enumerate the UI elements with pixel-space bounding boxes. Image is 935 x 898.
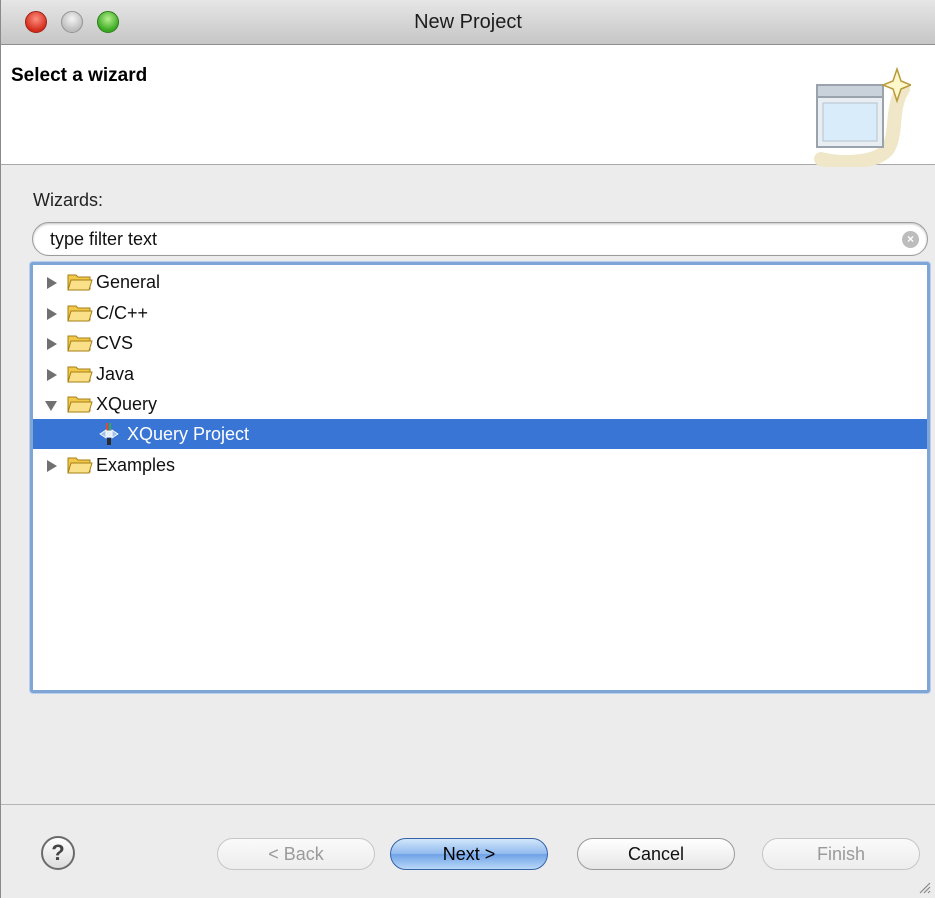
- footer-divider: [1, 804, 935, 805]
- help-button[interactable]: ?: [41, 836, 75, 870]
- expand-arrow-icon[interactable]: [47, 277, 57, 289]
- back-button[interactable]: < Back: [217, 838, 375, 870]
- tree-item-label: XQuery Project: [127, 424, 250, 444]
- page-title: Select a wizard: [11, 65, 148, 86]
- tree-item-label: CVS: [96, 333, 134, 353]
- window-title: New Project: [414, 11, 522, 33]
- expand-arrow-icon[interactable]: [47, 338, 57, 350]
- tree-item-label: Examples: [96, 455, 176, 475]
- finish-button[interactable]: Finish: [762, 838, 920, 870]
- expand-arrow-icon[interactable]: [47, 308, 57, 320]
- tree-item-java[interactable]: Java: [33, 359, 927, 389]
- tree-item-label: General: [96, 272, 161, 292]
- folder-icon: [67, 366, 93, 383]
- expand-arrow-icon[interactable]: [47, 460, 57, 472]
- clear-filter-icon[interactable]: ×: [902, 231, 919, 248]
- wizards-label: Wizards:: [33, 190, 104, 210]
- tree-item-xquery[interactable]: XQuery: [33, 389, 927, 419]
- tree-item-xquery-project[interactable]: XQuery Project: [33, 419, 927, 449]
- next-button[interactable]: Next >: [390, 838, 548, 870]
- folder-icon: [67, 274, 93, 291]
- filter-input-text[interactable]: type filter text: [50, 229, 157, 250]
- wizard-header-banner: Select a wizard: [1, 45, 935, 167]
- tree-item-general[interactable]: General: [33, 267, 927, 297]
- tree-item-cvs[interactable]: CVS: [33, 328, 927, 358]
- open-folder-icon: [67, 396, 93, 413]
- collapse-arrow-icon[interactable]: [45, 401, 57, 411]
- folder-icon: [67, 305, 93, 322]
- folder-icon: [67, 457, 93, 474]
- tree-item-label: XQuery: [96, 394, 158, 414]
- cancel-button[interactable]: Cancel: [577, 838, 735, 870]
- xquery-project-icon: [99, 423, 119, 445]
- folder-icon: [67, 335, 93, 352]
- resize-grip-icon[interactable]: [915, 878, 931, 894]
- tree-item-label: Java: [96, 364, 135, 384]
- filter-input[interactable]: type filter text ×: [32, 222, 928, 256]
- wizard-tree[interactable]: General C/C++ CVS Java XQuery XQuery Pro…: [30, 262, 930, 693]
- new-project-dialog: New Project Select a wizard Wizards: typ…: [0, 0, 935, 898]
- tree-item-c-cpp[interactable]: C/C++: [33, 298, 927, 328]
- title-bar[interactable]: New Project: [1, 0, 935, 45]
- tree-item-label: C/C++: [96, 303, 149, 323]
- expand-arrow-icon[interactable]: [47, 369, 57, 381]
- new-wizard-icon: [814, 67, 911, 167]
- tree-item-examples[interactable]: Examples: [33, 450, 927, 480]
